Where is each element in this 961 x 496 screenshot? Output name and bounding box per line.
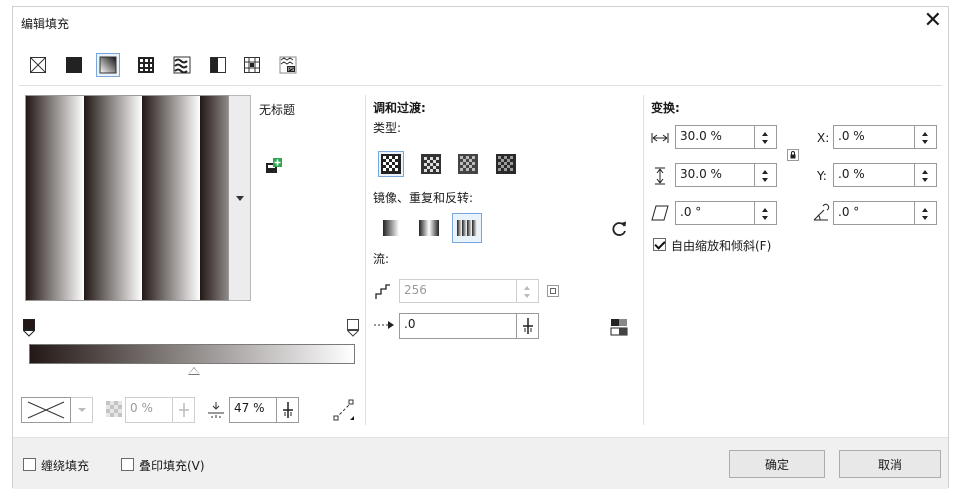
spin-up-icon — [922, 132, 928, 136]
spin-up-icon — [922, 208, 928, 212]
spin-up-icon — [762, 208, 768, 212]
spin-down-icon — [524, 294, 530, 298]
blend-heading: 调和过渡: — [373, 101, 426, 115]
fill-width-field[interactable]: 30.0 % — [675, 125, 755, 149]
wrap-fill-label: 缠绕填充 — [41, 459, 90, 473]
node-position-field[interactable]: 47 % — [229, 397, 277, 423]
default-fill-icon[interactable] — [379, 216, 403, 240]
linear-fill-type-icon[interactable] — [378, 151, 404, 177]
transparency-icon — [105, 400, 123, 418]
spin-down-icon — [922, 178, 928, 182]
spin-up-icon — [922, 170, 928, 174]
acceleration-slider-button[interactable] — [517, 313, 539, 339]
title-bar: 编辑填充 ✕ — [13, 7, 948, 37]
two-color-pattern-icon[interactable] — [207, 54, 229, 76]
reverse-icon[interactable] — [609, 219, 629, 239]
vector-pattern-icon[interactable] — [135, 54, 157, 76]
spin-down-icon — [922, 140, 928, 144]
steps-icon — [373, 282, 393, 302]
add-preset-icon[interactable] — [264, 157, 284, 175]
midpoint-slider[interactable] — [188, 367, 200, 375]
gradient-bar[interactable] — [29, 344, 355, 364]
fill-width-spinner[interactable] — [755, 125, 777, 149]
fill-width-icon — [649, 129, 671, 147]
preset-dropdown-button[interactable] — [229, 95, 251, 301]
fill-height-icon — [651, 165, 669, 187]
column-divider-1 — [365, 95, 366, 425]
overprint-fill-label: 叠印填充(V) — [139, 459, 205, 473]
overprint-fill-checkbox[interactable] — [121, 458, 134, 471]
position-slider-button[interactable] — [277, 397, 299, 423]
fill-height-spinner[interactable] — [755, 163, 777, 187]
node-position-icon — [205, 399, 227, 421]
dialog-footer: 缠绕填充 叠印填充(V) 确定 取消 — [13, 437, 948, 489]
repeat-icon[interactable] — [452, 213, 482, 243]
smooth-transition-icon[interactable] — [609, 317, 629, 337]
skew-field[interactable]: .0 ° — [675, 201, 755, 225]
node-transparency-field[interactable]: 0 % — [125, 397, 173, 423]
spin-up-icon — [762, 170, 768, 174]
end-color-node[interactable] — [346, 319, 360, 337]
rotate-icon — [811, 201, 831, 223]
mirror-repeat-label: 镜像、重复和反转: — [373, 191, 474, 205]
dialog-title: 编辑填充 — [21, 17, 70, 31]
texture-fill-icon[interactable] — [241, 54, 263, 76]
wrap-fill-checkbox[interactable] — [23, 458, 36, 471]
close-icon[interactable]: ✕ — [924, 9, 942, 33]
rotate-spinner[interactable] — [915, 201, 937, 225]
x-offset-field[interactable]: .0 % — [833, 125, 915, 149]
skew-icon — [649, 203, 671, 223]
column-divider-2 — [643, 95, 644, 425]
repeat-and-mirror-icon[interactable] — [417, 216, 441, 240]
spin-down-icon — [762, 140, 768, 144]
type-label: 类型: — [373, 121, 402, 135]
fill-name-label: 无标题 — [259, 103, 296, 117]
postscript-fill-icon[interactable]: PS — [277, 54, 299, 76]
chevron-down-icon — [236, 196, 244, 201]
bitmap-pattern-icon[interactable] — [171, 54, 193, 76]
uniform-fill-icon[interactable] — [63, 54, 85, 76]
free-scale-checkbox[interactable] — [653, 238, 666, 251]
skew-spinner[interactable] — [755, 201, 777, 225]
transform-heading: 变换: — [651, 101, 680, 115]
flow-label: 流: — [373, 252, 390, 266]
acceleration-field[interactable]: .0 — [399, 313, 517, 339]
blend-steps-spinner[interactable] — [517, 279, 539, 303]
node-color-dropdown[interactable] — [71, 397, 93, 423]
start-color-node[interactable] — [22, 319, 36, 337]
spin-up-icon — [524, 286, 530, 290]
svg-text:PS: PS — [288, 67, 294, 73]
lock-ratio-icon[interactable] — [787, 149, 799, 161]
conical-fill-type-icon[interactable] — [456, 152, 480, 176]
edit-fill-dialog: 编辑填充 ✕ PS 无标题 0 % 47 % 调和过渡: 类型: 镜像、重复和反… — [12, 6, 949, 489]
cancel-button[interactable]: 取消 — [839, 450, 941, 478]
y-offset-field[interactable]: .0 % — [833, 163, 915, 187]
y-offset-label: Y: — [817, 169, 827, 183]
spin-down-icon — [762, 216, 768, 220]
free-scale-label: 自由缩放和倾斜(F) — [671, 239, 772, 253]
acceleration-icon — [373, 317, 395, 333]
ok-button[interactable]: 确定 — [729, 450, 825, 478]
fountain-fill-icon[interactable] — [96, 53, 120, 77]
x-offset-spinner[interactable] — [915, 125, 937, 149]
radial-fill-type-icon[interactable] — [419, 152, 443, 176]
toolbar-divider — [19, 85, 942, 86]
node-color-picker[interactable] — [21, 397, 71, 423]
rectangular-fill-type-icon[interactable] — [494, 152, 518, 176]
fill-preview — [25, 95, 229, 301]
spin-down-icon — [762, 178, 768, 182]
steps-lock-icon[interactable] — [547, 285, 559, 297]
fill-height-field[interactable]: 30.0 % — [675, 163, 755, 187]
y-offset-spinner[interactable] — [915, 163, 937, 187]
no-fill-icon[interactable] — [27, 54, 49, 76]
x-offset-label: X: — [817, 131, 830, 145]
blend-direction-icon[interactable] — [331, 397, 357, 423]
spin-up-icon — [762, 132, 768, 136]
transparency-slider-button[interactable] — [173, 397, 195, 423]
spin-down-icon — [922, 216, 928, 220]
rotate-field[interactable]: .0 ° — [833, 201, 915, 225]
blend-steps-field[interactable]: 256 — [399, 279, 517, 303]
